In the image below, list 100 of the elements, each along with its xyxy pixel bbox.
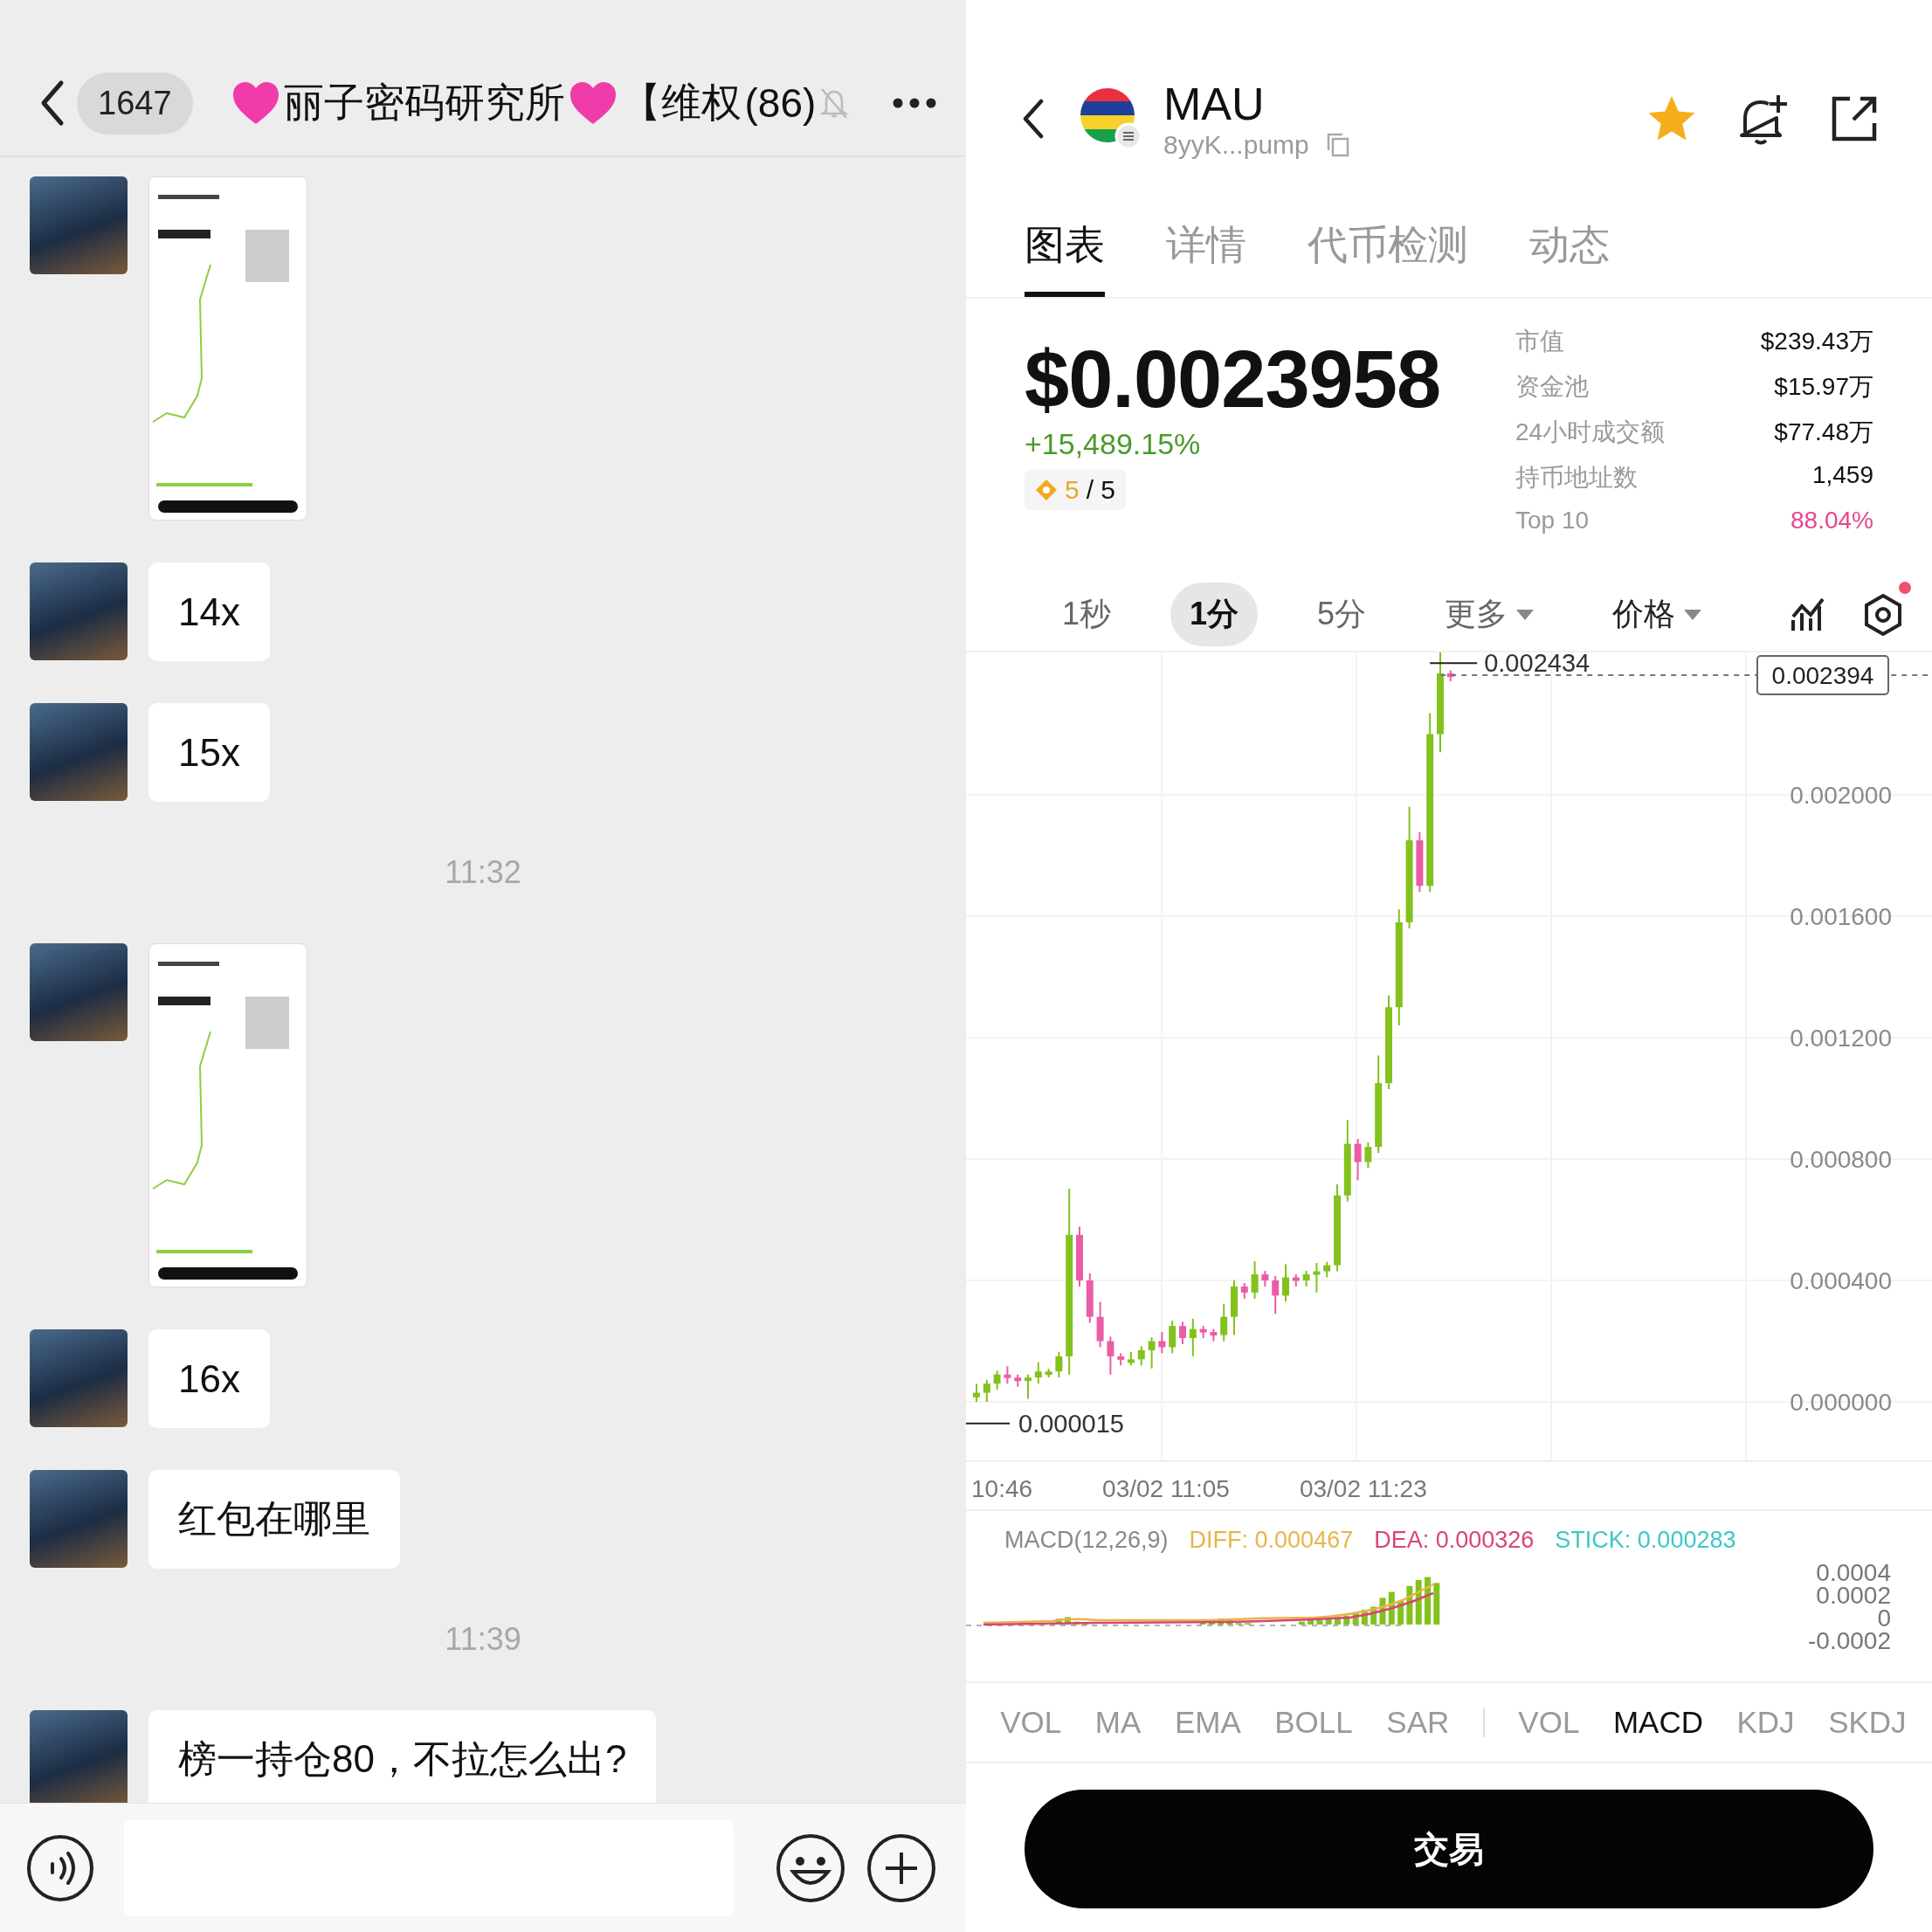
stat-value: 88.04% (1790, 507, 1873, 535)
histogram-bar (1199, 1621, 1206, 1625)
leader-line (966, 1422, 1011, 1425)
candle (1220, 1302, 1228, 1342)
plus-icon[interactable] (866, 1832, 936, 1903)
screenshot-thumbnail[interactable] (148, 176, 307, 521)
stat-value: $15.97万 (1773, 372, 1873, 402)
message-bubble: 榜一持仓80，不拉怎么出? (148, 1710, 657, 1803)
message-bubble: 红包在哪里 (148, 1470, 400, 1569)
tab[interactable]: 动态 (1529, 218, 1610, 297)
unread-count-badge[interactable]: 1647 (77, 72, 193, 135)
histogram-bar (1388, 1591, 1395, 1625)
price-axis-label: 0.002000 (1790, 782, 1892, 809)
chart-type-icon[interactable] (1791, 597, 1826, 632)
stat-value: $77.48万 (1773, 417, 1873, 447)
caret-icon (1516, 609, 1535, 620)
heart-icon (568, 80, 618, 126)
member-count: (86) (744, 79, 817, 127)
indicator-tab[interactable]: BOLL (1274, 1705, 1353, 1740)
settings-icon[interactable] (1864, 593, 1903, 636)
timestamp: 11:32 (445, 854, 521, 891)
histogram-bar (1325, 1618, 1332, 1625)
tab[interactable]: 图表 (1025, 218, 1105, 297)
indicator-tab[interactable]: VOL (1518, 1705, 1580, 1740)
histogram-bar (1308, 1619, 1314, 1625)
macd-axis-label: 0.0004 (1816, 1562, 1891, 1584)
candle (1302, 1270, 1310, 1287)
candle (1034, 1361, 1042, 1385)
histogram-bar (1406, 1585, 1413, 1625)
histogram-bar (1425, 1577, 1431, 1625)
indicator-tab[interactable]: SKDJ (1828, 1705, 1907, 1740)
stat-value: $239.43万 (1759, 327, 1873, 356)
interval-tab[interactable]: 1秒 (1043, 583, 1131, 646)
price-axis-label: 0.001600 (1790, 903, 1892, 930)
histogram-bar (1352, 1612, 1359, 1625)
histogram-bar (1379, 1597, 1386, 1625)
stat-label: 持币地址数 (1515, 463, 1639, 493)
candle (1086, 1272, 1094, 1324)
macd-dea-value: DEA: 0.000326 (1374, 1527, 1535, 1554)
candle (1446, 669, 1454, 683)
candle (1292, 1273, 1300, 1287)
more-icon[interactable] (893, 98, 936, 108)
stat-value: 1,459 (1811, 461, 1873, 490)
candle (1128, 1351, 1135, 1367)
histogram-bar (1397, 1600, 1404, 1625)
histogram-bar (1370, 1606, 1377, 1625)
candle (1004, 1365, 1011, 1385)
message-bubble: 15x (148, 703, 270, 802)
candle (1025, 1373, 1032, 1400)
stat-label: Top 10 (1515, 507, 1590, 535)
histogram-bar (1298, 1621, 1305, 1625)
candle (1231, 1279, 1238, 1336)
candle (1107, 1335, 1114, 1376)
screenshot-thumbnail[interactable] (148, 943, 307, 1287)
candle (1096, 1301, 1104, 1349)
candle (1251, 1260, 1259, 1300)
candle (1210, 1328, 1218, 1342)
more-dropdown[interactable]: 更多 (1425, 583, 1554, 646)
leader-line (1429, 662, 1479, 665)
low-price-label: 0.000015 (1018, 1409, 1124, 1438)
macd-diff-value: DIFF: 0.000467 (1189, 1527, 1354, 1554)
candle (1076, 1225, 1083, 1287)
indicator-tab[interactable]: KDJ (1736, 1705, 1795, 1740)
voice-icon[interactable] (26, 1833, 94, 1902)
candle (1137, 1345, 1145, 1367)
caret-icon (1684, 609, 1702, 620)
current-price-tag: 0.002394 (1756, 655, 1889, 696)
candle (983, 1378, 990, 1403)
interval-tab[interactable]: 1分 (1170, 583, 1259, 646)
diamond-icon (1035, 479, 1058, 501)
candle (1169, 1320, 1176, 1355)
emoji-icon[interactable] (776, 1832, 845, 1903)
price-axis-label: 0.001200 (1790, 1025, 1892, 1052)
indicator-tab[interactable]: VOL (1000, 1705, 1062, 1740)
trade-button[interactable]: 交易 (1025, 1790, 1873, 1908)
token-price: $0.0023958 (1025, 334, 1441, 425)
tab[interactable]: 详情 (1166, 218, 1246, 297)
histogram-bar (1316, 1619, 1323, 1625)
tab[interactable]: 代币检测 (1308, 218, 1468, 297)
candle (1261, 1270, 1269, 1287)
time-axis-label: 10:46 (971, 1475, 1033, 1503)
candle (1158, 1330, 1166, 1355)
candle (993, 1370, 1001, 1391)
group-name: 丽子密码研究所 (283, 79, 565, 127)
message-bubble: 16x (148, 1329, 270, 1428)
indicator-tab[interactable]: SAR (1386, 1705, 1450, 1740)
contract-address: 8yyK...pump (1163, 130, 1309, 160)
candle (1148, 1336, 1156, 1370)
histogram-bar (1335, 1617, 1341, 1625)
message-bubble: 14x (148, 562, 270, 661)
back-icon[interactable] (1022, 99, 1045, 139)
interval-tab[interactable]: 5分 (1298, 583, 1386, 646)
indicator-tab[interactable]: MACD (1612, 1705, 1703, 1740)
price-axis-label: 0.000400 (1790, 1267, 1892, 1294)
indicator-tab[interactable]: EMA (1174, 1705, 1241, 1740)
macd-axis-label: 0 (1877, 1607, 1891, 1630)
group-tag: 【维权 (620, 76, 742, 130)
indicator-tab[interactable]: MA (1094, 1705, 1142, 1740)
candle (1323, 1260, 1331, 1279)
price-dropdown[interactable]: 价格 (1593, 583, 1722, 646)
